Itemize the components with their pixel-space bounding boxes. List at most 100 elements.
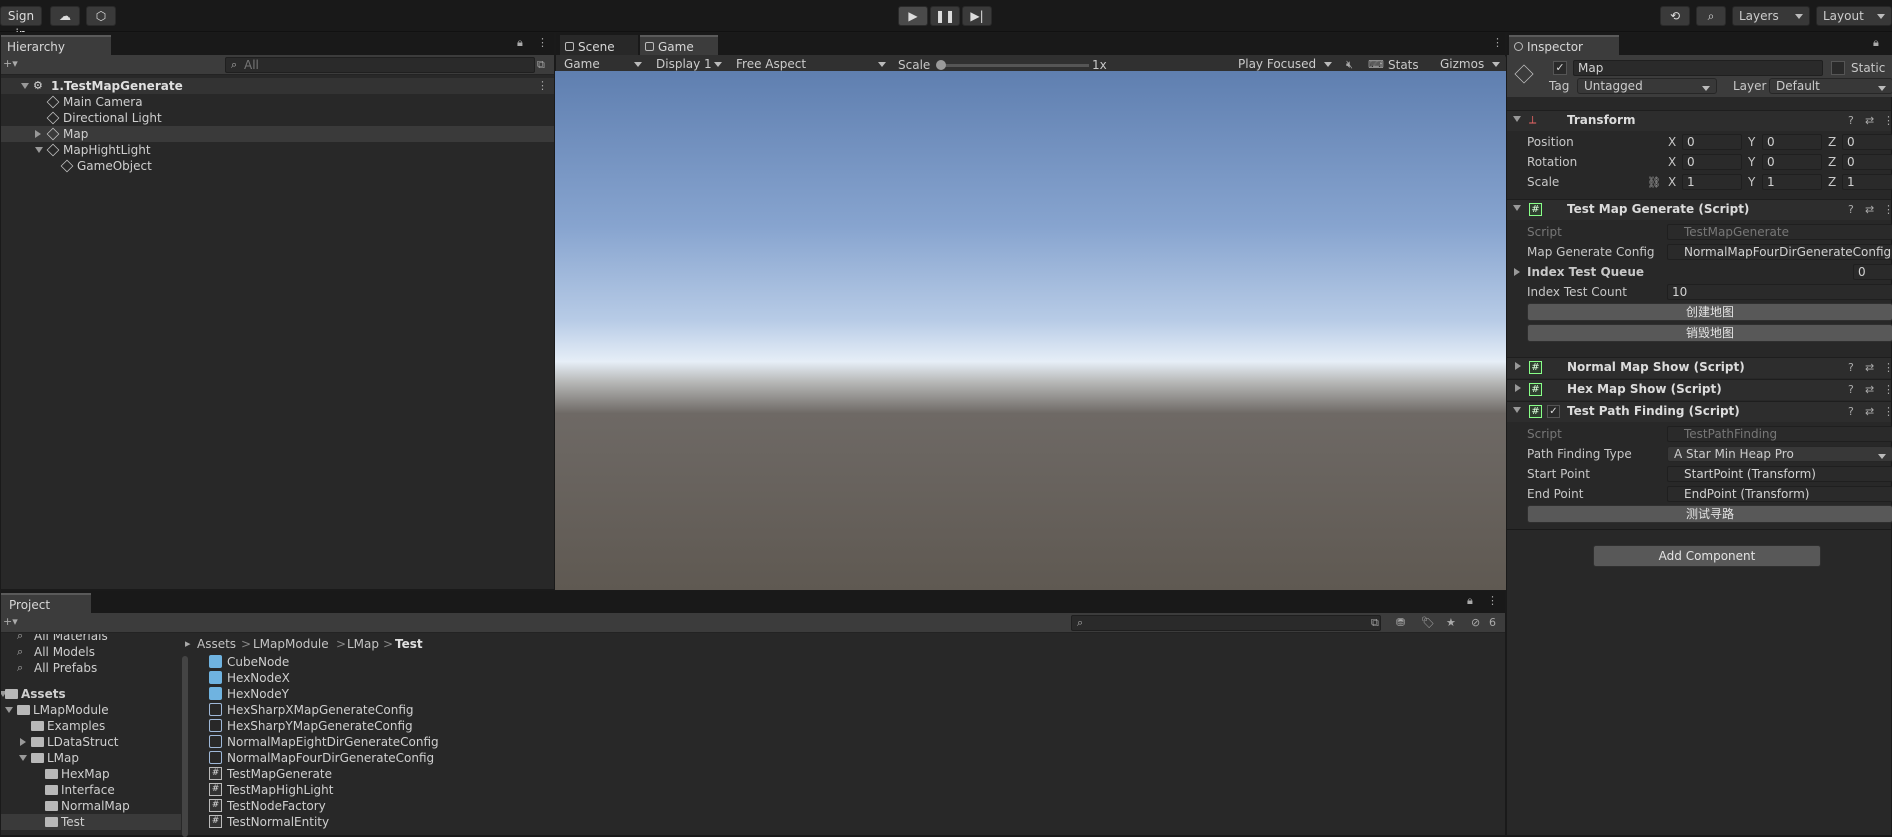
hierarchy-item[interactable]: Main Camera	[1, 94, 554, 110]
component-menu-icon[interactable]: ⋮	[1883, 203, 1892, 216]
position-x-field[interactable]: 0	[1682, 134, 1742, 150]
component-menu-icon[interactable]: ⋮	[1883, 383, 1892, 396]
pause-button[interactable]: ❚❚	[930, 6, 960, 26]
tree-item[interactable]: HexMap	[1, 766, 191, 782]
component-menu-icon[interactable]: ⋮	[1883, 405, 1892, 418]
scale-x-field[interactable]: 1	[1682, 174, 1742, 190]
asset-item[interactable]: HexNodeY	[209, 686, 809, 702]
lock-icon[interactable]: 🔒︎	[1873, 36, 1879, 50]
scale-slider-handle[interactable]	[936, 60, 946, 70]
hierarchy-item-selected[interactable]: Map	[1, 126, 554, 142]
preset-icon[interactable]: ⇄	[1865, 114, 1874, 127]
collapse-icon[interactable]	[1513, 116, 1521, 122]
hidden-packages-icon[interactable]: ⊘	[1471, 616, 1480, 629]
start-point-field[interactable]: StartPoint (Transform)	[1667, 466, 1892, 482]
filter-icon[interactable]: ⧉	[537, 58, 545, 72]
tree-scrollbar[interactable]	[182, 656, 188, 837]
breadcrumb-item[interactable]: Test	[395, 634, 423, 654]
collab-button[interactable]: ⬡	[86, 6, 116, 26]
lock-icon[interactable]: 🔒︎	[1467, 594, 1473, 608]
scale-slider[interactable]	[936, 60, 1089, 70]
sign-in-button[interactable]: Sign in	[0, 6, 42, 41]
more-icon[interactable]: ⋮	[537, 36, 548, 49]
scene-menu-icon[interactable]: ⋮	[537, 78, 548, 94]
test-pathfinding-button[interactable]: 测试寻路	[1527, 505, 1892, 523]
scale-y-field[interactable]: 1	[1762, 174, 1822, 190]
tab-game[interactable]: Game	[640, 35, 718, 55]
rotation-y-field[interactable]: 0	[1762, 154, 1822, 170]
tree-item-selected[interactable]: Test	[1, 814, 181, 830]
layers-dropdown[interactable]: Layers	[1732, 6, 1810, 26]
asset-item[interactable]: HexSharpXMapGenerateConfig	[209, 702, 809, 718]
step-button[interactable]: ▶|	[962, 6, 992, 26]
play-button[interactable]: ▶	[898, 6, 928, 26]
mute-audio-icon[interactable]: 🔇︎	[1346, 58, 1353, 72]
asset-item[interactable]: # TestMapGenerate	[209, 766, 809, 782]
scale-z-field[interactable]: 1	[1842, 174, 1892, 190]
destroy-map-button[interactable]: 销毁地图	[1527, 324, 1892, 342]
asset-item[interactable]: # TestNodeFactory	[209, 798, 809, 814]
preset-icon[interactable]: ⇄	[1865, 203, 1874, 216]
expand-icon[interactable]	[35, 147, 43, 153]
hierarchy-item[interactable]: Directional Light	[1, 110, 554, 126]
layout-dropdown[interactable]: Layout	[1816, 6, 1892, 26]
tag-dropdown[interactable]: Untagged	[1577, 78, 1717, 94]
tree-item[interactable]: Examples	[1, 718, 191, 734]
index-test-queue-size[interactable]: 0	[1853, 264, 1892, 280]
help-icon[interactable]: ?	[1848, 361, 1854, 374]
tree-item[interactable]: Interface	[1, 782, 191, 798]
asset-item[interactable]: NormalMapFourDirGenerateConfig	[209, 750, 809, 766]
favorite-item[interactable]: ⌕ All Materials	[1, 634, 191, 644]
create-map-button[interactable]: 创建地图	[1527, 303, 1892, 321]
path-finding-type-dropdown[interactable]: A Star Min Heap Pro	[1667, 446, 1892, 462]
search-filter-icon[interactable]: ⧉	[1371, 616, 1379, 630]
scene-row[interactable]: ⚙ 1.TestMapGenerate ⋮	[1, 78, 554, 94]
preset-icon[interactable]: ⇄	[1865, 383, 1874, 396]
transform-header[interactable]: ⟂ Transform ? ⇄ ⋮	[1507, 110, 1892, 131]
help-icon[interactable]: ?	[1848, 114, 1854, 127]
keyboard-icon[interactable]: ⌨	[1368, 58, 1384, 71]
expand-icon[interactable]	[19, 755, 27, 761]
hierarchy-search-input[interactable]: All	[225, 57, 535, 73]
add-menu-icon[interactable]: +▾	[3, 57, 18, 70]
breadcrumb-item[interactable]: LMapModule	[253, 634, 329, 654]
component-menu-icon[interactable]: ⋮	[1883, 361, 1892, 374]
position-y-field[interactable]: 0	[1762, 134, 1822, 150]
link-icon[interactable]: ⛓	[1647, 176, 1661, 189]
asset-item[interactable]: HexNodeX	[209, 670, 809, 686]
more-icon[interactable]: ⋮	[1487, 594, 1498, 607]
tab-project[interactable]: Project	[1, 593, 91, 613]
add-component-button[interactable]: Add Component	[1593, 545, 1821, 567]
breadcrumb-item[interactable]: Assets	[197, 634, 236, 654]
rotation-z-field[interactable]: 0	[1842, 154, 1892, 170]
search-button[interactable]: ⌕	[1696, 6, 1726, 26]
breadcrumb-item[interactable]: LMap	[347, 634, 379, 654]
preset-icon[interactable]: ⇄	[1865, 361, 1874, 374]
expand-icon[interactable]	[35, 130, 41, 138]
tab-hierarchy[interactable]: Hierarchy	[1, 35, 111, 55]
label-filter-icon[interactable]: 🏷︎	[1421, 616, 1435, 629]
asset-item[interactable]: # TestNormalEntity	[209, 814, 809, 830]
project-search-input[interactable]	[1071, 615, 1381, 631]
tree-item[interactable]: NormalMap	[1, 798, 191, 814]
index-test-count-field[interactable]: 10	[1667, 284, 1892, 300]
map-generate-config-field[interactable]: NormalMapFourDirGenerateConfig	[1667, 244, 1892, 260]
component-enabled-checkbox[interactable]: ✓	[1547, 405, 1560, 418]
lock-icon[interactable]: 🔒︎	[517, 36, 523, 50]
help-icon[interactable]: ?	[1848, 203, 1854, 216]
hierarchy-item[interactable]: GameObject	[1, 158, 554, 174]
expand-icon[interactable]	[1514, 268, 1520, 276]
component-menu-icon[interactable]: ⋮	[1883, 114, 1892, 127]
end-point-field[interactable]: EndPoint (Transform)	[1667, 486, 1892, 502]
object-name-field[interactable]: Map	[1573, 60, 1823, 76]
tab-scene[interactable]: Scene	[560, 35, 638, 55]
history-button[interactable]: ⟲	[1660, 6, 1690, 26]
expand-icon[interactable]	[1515, 362, 1521, 370]
position-z-field[interactable]: 0	[1842, 134, 1892, 150]
preset-icon[interactable]: ⇄	[1865, 405, 1874, 418]
test-map-generate-header[interactable]: # Test Map Generate (Script) ? ⇄ ⋮	[1507, 199, 1892, 220]
cloud-button[interactable]: ☁	[50, 6, 80, 26]
favorite-star-icon[interactable]: ★	[1446, 616, 1456, 629]
collapse-icon[interactable]	[1513, 205, 1521, 211]
expand-icon[interactable]	[1515, 384, 1521, 392]
